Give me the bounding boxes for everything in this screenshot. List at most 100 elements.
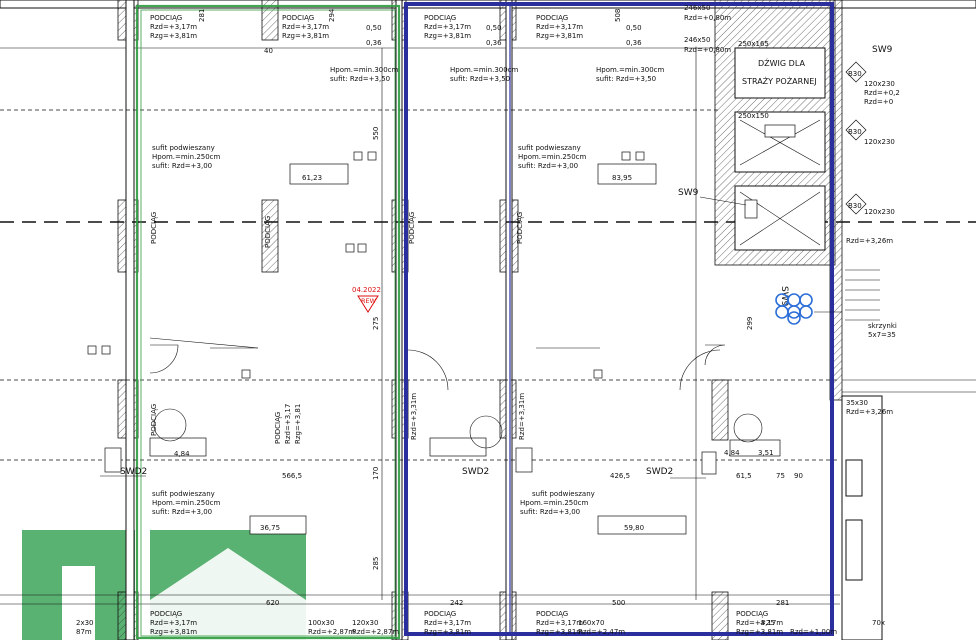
- svg-text:sufit: Rzd=+3,00: sufit: Rzd=+3,00: [152, 508, 212, 516]
- stairs-symbol: [845, 269, 880, 321]
- svg-text:250x165: 250x165: [738, 40, 769, 48]
- svg-text:04.2022: 04.2022: [352, 286, 381, 294]
- svg-text:PODCIĄG: PODCIĄG: [408, 212, 416, 244]
- wall-label-sw9: SW9: [678, 188, 699, 198]
- svg-text:500: 500: [612, 599, 625, 607]
- svg-text:Hpom.=min.300cm: Hpom.=min.300cm: [330, 66, 399, 74]
- svg-text:Hpom.=min.250cm: Hpom.=min.250cm: [152, 153, 221, 161]
- svg-text:Rzg=+3,81m: Rzg=+3,81m: [424, 32, 471, 40]
- svg-text:Rzd=+0,80m: Rzd=+0,80m: [684, 46, 731, 54]
- svg-text:PODCIĄG: PODCIĄG: [150, 610, 182, 618]
- svg-text:skrzynki: skrzynki: [868, 322, 897, 330]
- svg-text:550: 550: [372, 127, 380, 140]
- svg-text:SW9: SW9: [872, 45, 893, 55]
- svg-text:299: 299: [746, 317, 754, 330]
- svg-text:0,36: 0,36: [486, 39, 502, 47]
- svg-text:160x70: 160x70: [578, 619, 604, 627]
- svg-text:SWD2: SWD2: [646, 467, 673, 477]
- svg-text:Rzd=+3,26m: Rzd=+3,26m: [846, 237, 893, 245]
- svg-text:sufit podwieszany: sufit podwieszany: [152, 144, 215, 152]
- elevator-label: DŹWIG DLA: [758, 57, 805, 68]
- svg-text:sufit: Rzd=+3,50: sufit: Rzd=+3,50: [450, 75, 510, 83]
- svg-text:sufit: Rzd=+3,00: sufit: Rzd=+3,00: [520, 508, 580, 516]
- svg-text:PODCIĄG: PODCIĄG: [150, 404, 158, 436]
- svg-text:sufit podwieszany: sufit podwieszany: [532, 490, 595, 498]
- svg-text:426,5: 426,5: [610, 472, 630, 480]
- svg-text:75: 75: [776, 472, 785, 480]
- svg-text:Rzd=+3,17m: Rzd=+3,17m: [536, 619, 583, 627]
- fixture-markers: [87, 151, 645, 379]
- svg-text:Rzd=+2,87m: Rzd=+2,87m: [308, 628, 355, 636]
- svg-text:170: 170: [372, 467, 380, 480]
- svg-text:Rzd=+0,80m: Rzd=+0,80m: [684, 14, 731, 22]
- svg-text:Rzg=+3,81: Rzg=+3,81: [294, 404, 302, 444]
- svg-text:35x30: 35x30: [846, 399, 868, 407]
- svg-text:Hpom.=min.250cm: Hpom.=min.250cm: [152, 499, 221, 507]
- svg-text:0,50: 0,50: [486, 24, 502, 32]
- svg-text:246x50: 246x50: [684, 36, 710, 44]
- svg-text:SWD2: SWD2: [462, 467, 489, 477]
- column: [711, 379, 729, 441]
- sink-fixture: [429, 437, 487, 457]
- svg-text:Rzd=+3,17m: Rzd=+3,17m: [424, 23, 471, 31]
- svg-text:Rzg=+3,81m: Rzg=+3,81m: [150, 32, 197, 40]
- svg-text:2x30: 2x30: [76, 619, 94, 627]
- svg-text:294: 294: [328, 8, 336, 22]
- fire-markers: [845, 61, 867, 215]
- svg-text:3,51: 3,51: [758, 449, 774, 457]
- svg-text:Rzd=+3,17m: Rzd=+3,17m: [150, 619, 197, 627]
- svg-text:PODCIĄG: PODCIĄG: [424, 14, 456, 22]
- svg-text:0,36: 0,36: [366, 39, 382, 47]
- room-area: 36,75: [260, 524, 280, 532]
- svg-text:620: 620: [266, 599, 279, 607]
- svg-text:PODCIĄG: PODCIĄG: [736, 610, 768, 618]
- svg-text:Rzd=+3,17: Rzd=+3,17: [284, 404, 292, 444]
- svg-text:sufit: Rzd=+3,00: sufit: Rzd=+3,00: [518, 162, 578, 170]
- svg-text:sufit podwieszany: sufit podwieszany: [518, 144, 581, 152]
- svg-text:Hpom.=min.300cm: Hpom.=min.300cm: [596, 66, 665, 74]
- svg-text:sufit: Rzd=+3,50: sufit: Rzd=+3,50: [596, 75, 656, 83]
- svg-text:70x: 70x: [872, 619, 885, 627]
- svg-text:Rzg=+3,81m: Rzg=+3,81m: [736, 628, 783, 636]
- svg-text:B30: B30: [848, 70, 862, 78]
- svg-text:sufit podwieszany: sufit podwieszany: [152, 490, 215, 498]
- svg-text:Rzd=+2,47m: Rzd=+2,47m: [578, 628, 625, 636]
- svg-text:Rzd=+3,31m: Rzd=+3,31m: [410, 393, 418, 440]
- toilet-fixture: [733, 413, 763, 443]
- svg-text:Rzg=+3,81m: Rzg=+3,81m: [282, 32, 329, 40]
- svg-text:Rzd=+3,17m: Rzd=+3,17m: [536, 23, 583, 31]
- svg-text:508: 508: [614, 9, 622, 22]
- svg-text:0,36: 0,36: [626, 39, 642, 47]
- svg-text:Rzg=+3,81m: Rzg=+3,81m: [424, 628, 471, 636]
- svg-text:61,5: 61,5: [736, 472, 752, 480]
- svg-text:Rzd=+3,17m: Rzd=+3,17m: [424, 619, 471, 627]
- svg-text:PODCIĄG: PODCIĄG: [150, 212, 158, 244]
- svg-text:275: 275: [372, 317, 380, 330]
- svg-text:5x7=35: 5x7=35: [868, 331, 896, 339]
- svg-text:Rzg=+3,81m: Rzg=+3,81m: [536, 32, 583, 40]
- svg-text:Rzg=+3,81m: Rzg=+3,81m: [536, 628, 583, 636]
- svg-text:281: 281: [776, 599, 789, 607]
- svg-text:281: 281: [198, 9, 206, 22]
- room-area: 59,80: [624, 524, 644, 532]
- svg-text:PODCIĄG: PODCIĄG: [282, 14, 314, 22]
- svg-text:sufit: Rzd=+3,50: sufit: Rzd=+3,50: [330, 75, 390, 83]
- svg-text:0,50: 0,50: [366, 24, 382, 32]
- svg-text:566,5: 566,5: [282, 472, 302, 480]
- svg-text:Hpom.=min.300cm: Hpom.=min.300cm: [450, 66, 519, 74]
- svg-text:Hpom.=min.250cm: Hpom.=min.250cm: [520, 499, 589, 507]
- svg-text:Hpom.=min.250cm: Hpom.=min.250cm: [518, 153, 587, 161]
- svg-text:90: 90: [794, 472, 803, 480]
- svg-text:PODCIĄG: PODCIĄG: [274, 412, 282, 444]
- svg-text:Rzd=+0: Rzd=+0: [864, 98, 893, 106]
- svg-text:120x230: 120x230: [864, 138, 895, 146]
- svg-text:285: 285: [372, 557, 380, 570]
- svg-text:120x230: 120x230: [864, 208, 895, 216]
- svg-text:PODCIĄG: PODCIĄG: [516, 212, 524, 244]
- svg-text:sufit: Rzd=+3,00: sufit: Rzd=+3,00: [152, 162, 212, 170]
- svg-text:242: 242: [450, 599, 463, 607]
- svg-text:Rzd=+0,2: Rzd=+0,2: [864, 89, 900, 97]
- svg-text:#25: #25: [760, 619, 775, 627]
- svg-text:4,84: 4,84: [174, 450, 190, 458]
- svg-text:Rzd=+2,87m: Rzd=+2,87m: [352, 628, 399, 636]
